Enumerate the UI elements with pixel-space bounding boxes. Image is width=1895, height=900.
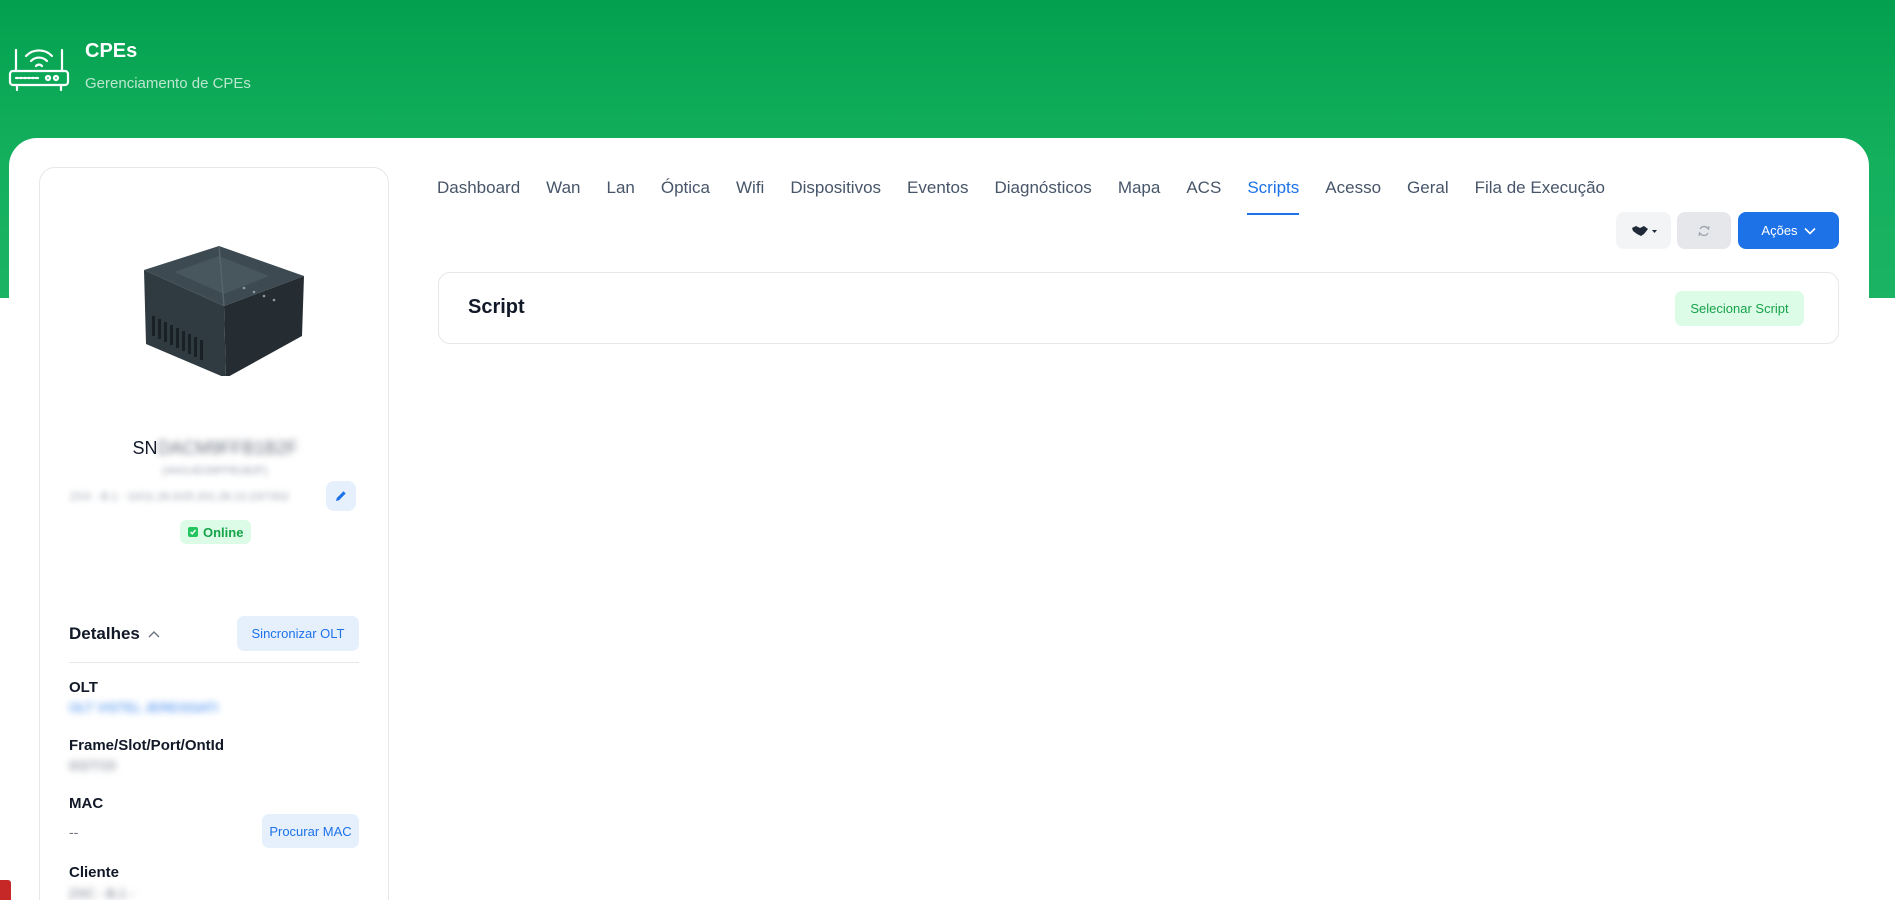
status-badge: Online: [180, 520, 252, 544]
frame-slot-port-value: 0/2/7/15: [69, 758, 116, 773]
chevron-up-icon: [148, 631, 160, 638]
mac-label: MAC: [69, 795, 104, 812]
chevron-down-icon: [1803, 227, 1816, 235]
tab-wifi[interactable]: Wifi: [736, 168, 764, 215]
mac-value: --: [69, 824, 79, 840]
check-icon: [188, 527, 198, 537]
router-icon: [8, 48, 70, 92]
pencil-icon: [336, 491, 346, 501]
serial-number: SNDACM9FFB1B2F: [40, 438, 390, 459]
serial-subtitle: (44414D39FFB1B2F): [162, 465, 268, 477]
tab-dispositivos[interactable]: Dispositivos: [790, 168, 881, 215]
tab-acs[interactable]: ACS: [1186, 168, 1221, 215]
script-title: Script: [468, 296, 525, 318]
tab-fila-execucao[interactable]: Fila de Execução: [1475, 168, 1605, 215]
serial-prefix: SN: [132, 438, 158, 458]
tab-eventos[interactable]: Eventos: [907, 168, 968, 215]
search-mac-button[interactable]: Procurar MAC: [262, 814, 359, 848]
details-title: Detalhes: [69, 624, 140, 643]
status-label: Online: [203, 524, 244, 540]
actions-dropdown-button[interactable]: Ações: [1738, 212, 1839, 249]
tab-geral[interactable]: Geral: [1407, 168, 1449, 215]
handshake-icon: [1631, 225, 1657, 236]
tab-scripts[interactable]: Scripts: [1247, 168, 1300, 215]
actions-label: Ações: [1761, 223, 1798, 238]
frame-slot-port-label: Frame/Slot/Port/OntId: [69, 737, 225, 754]
tab-acesso[interactable]: Acesso: [1325, 168, 1381, 215]
details-toggle[interactable]: Detalhes: [69, 624, 160, 644]
client-value: ZXC - B.1 -: [69, 886, 135, 900]
page-title: CPEs: [85, 40, 138, 62]
page-subtitle: Gerenciamento de CPEs: [85, 75, 251, 92]
tab-dashboard[interactable]: Dashboard: [437, 168, 520, 215]
divider: [69, 662, 359, 663]
device-profile-panel: SNDACM9FFB1B2F (44414D39FFB1B2F) ZXX - B…: [39, 167, 389, 900]
tab-wan[interactable]: Wan: [546, 168, 580, 215]
edit-button[interactable]: [326, 481, 356, 511]
tab-bar: Dashboard Wan Lan Óptica Wifi Dispositiv…: [437, 168, 1605, 215]
olt-value-link[interactable]: OLT VISTEL JEREISSATI: [69, 700, 218, 715]
select-script-button[interactable]: Selecionar Script: [1675, 291, 1804, 326]
sync-olt-button[interactable]: Sincronizar OLT: [237, 616, 359, 651]
cpe-router-image: [144, 245, 304, 376]
tab-mapa[interactable]: Mapa: [1118, 168, 1161, 215]
client-label: Cliente: [69, 864, 120, 881]
tab-optica[interactable]: Óptica: [661, 168, 710, 215]
serial-value: DACM9FFB1B2F: [157, 438, 298, 458]
handshake-dropdown-button[interactable]: [1616, 212, 1671, 249]
tab-diagnosticos[interactable]: Diagnósticos: [994, 168, 1091, 215]
tab-lan[interactable]: Lan: [607, 168, 635, 215]
corner-indicator: [0, 880, 11, 900]
olt-label: OLT: [69, 679, 98, 696]
device-info-line: ZXX - B.1 - 10/11.26.0/25.201.28.13.23/7…: [70, 491, 289, 503]
refresh-button[interactable]: [1677, 212, 1731, 249]
refresh-icon: [1698, 225, 1710, 236]
script-panel: Script Selecionar Script: [438, 272, 1839, 344]
